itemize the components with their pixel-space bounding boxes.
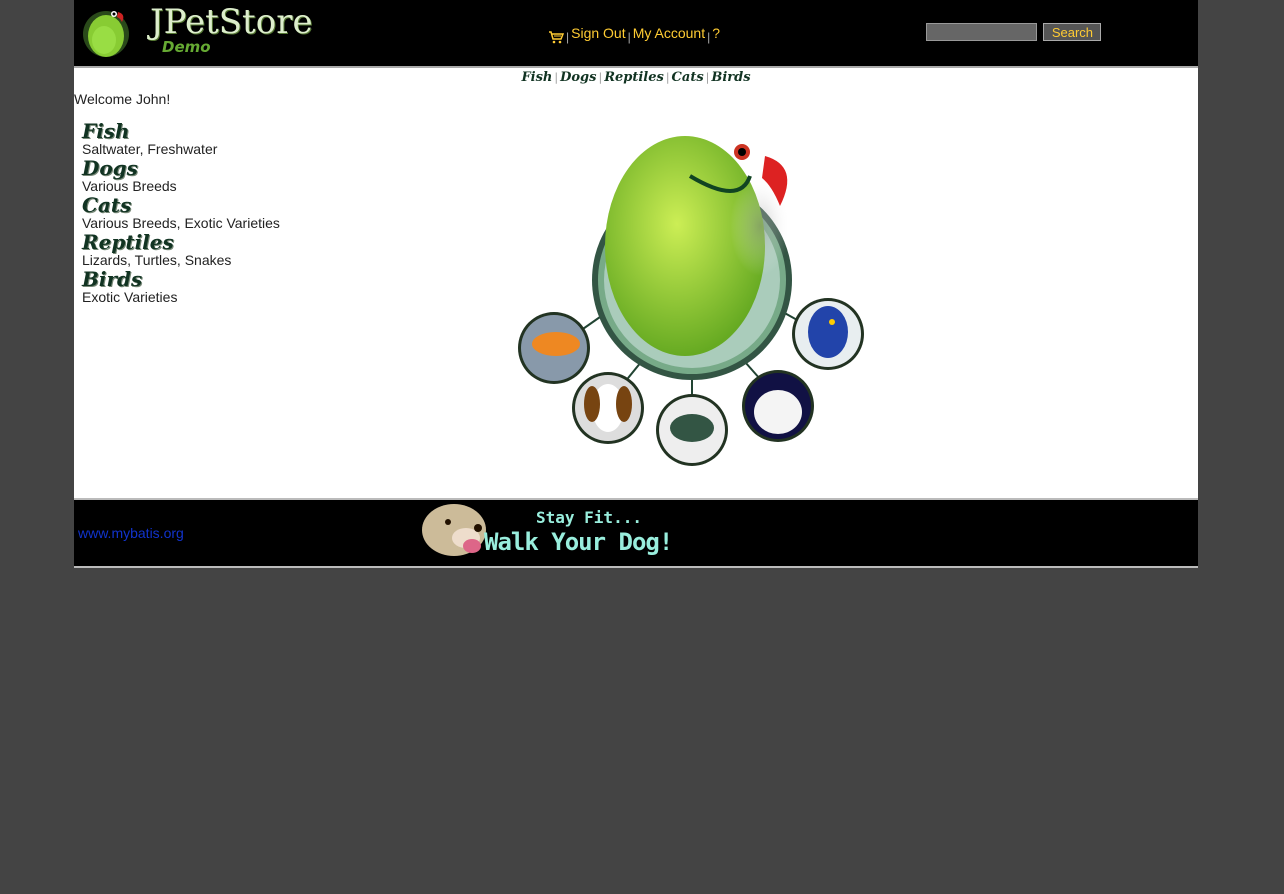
quicklink-separator: | <box>554 71 559 84</box>
sidebar-description: Various Breeds, Exotic Varieties <box>82 215 280 231</box>
quicklinks: Fish | Dogs | Reptiles | Cats | Birds <box>74 70 1198 85</box>
quicklink-cats[interactable]: Cats <box>672 70 704 85</box>
menu-separator: | <box>627 30 631 44</box>
content: Fish | Dogs | Reptiles | Cats | Birds Welcome Jo… <box>74 68 1198 498</box>
page-container: JPetStore Demo | Sign Out | My Account |? Se… <box>74 0 1198 568</box>
sidebar-link-reptiles[interactable]: Reptiles <box>82 231 382 253</box>
quicklink-fish[interactable]: Fish <box>521 70 552 85</box>
logo-subtitle: Demo <box>162 38 211 56</box>
sidebar-link-cats[interactable]: Cats <box>82 194 382 216</box>
sidebar-description: Various Breeds <box>82 178 177 194</box>
help-link[interactable]: ? <box>712 25 720 41</box>
sidebar-link-dogs[interactable]: Dogs <box>82 157 382 179</box>
menu-separator: | <box>707 30 711 44</box>
sidebar-link-birds[interactable]: Birds <box>82 268 382 290</box>
dog-banner-icon <box>422 504 486 556</box>
sidebar-description: Lizards, Turtles, Snakes <box>82 252 232 268</box>
logo[interactable]: JPetStore Demo <box>82 2 313 60</box>
sidebar-item-birds: Birds Exotic Varieties <box>82 268 382 305</box>
welcome-message: Welcome John! <box>74 91 171 107</box>
quicklink-reptiles[interactable]: Reptiles <box>604 70 664 85</box>
banner-line2: Walk Your Dog! <box>484 528 673 556</box>
pet-collage-image <box>518 136 864 466</box>
my-account-link[interactable]: My Account <box>633 25 705 41</box>
shopping-cart-icon[interactable] <box>548 30 564 44</box>
quicklink-dogs[interactable]: Dogs <box>560 70 596 85</box>
sidebar-item-dogs: Dogs Various Breeds <box>82 157 382 194</box>
sidebar-item-reptiles: Reptiles Lizards, Turtles, Snakes <box>82 231 382 268</box>
quicklink-birds[interactable]: Birds <box>711 70 750 85</box>
mybatis-link[interactable]: www.mybatis.org <box>78 525 184 541</box>
quicklink-separator: | <box>705 71 710 84</box>
header: JPetStore Demo | Sign Out | My Account |? Se… <box>74 0 1198 68</box>
sign-out-link[interactable]: Sign Out <box>571 25 625 41</box>
quicklink-separator: | <box>665 71 670 84</box>
search-button[interactable]: Search <box>1043 23 1102 41</box>
banner-ad[interactable]: Stay Fit... Walk Your Dog! <box>418 500 690 562</box>
footer: www.mybatis.org Stay Fit... Walk Your Do… <box>74 498 1198 568</box>
logo-title: JPetStore <box>150 2 313 42</box>
header-menu: | Sign Out | My Account |? <box>548 25 720 44</box>
sidebar-link-fish[interactable]: Fish <box>82 120 382 142</box>
sidebar-item-cats: Cats Various Breeds, Exotic Varieties <box>82 194 382 231</box>
search-form: Search <box>926 23 1102 41</box>
quicklink-separator: | <box>598 71 603 84</box>
search-input[interactable] <box>926 23 1037 41</box>
parrot-logo-icon <box>83 11 129 57</box>
sidebar-description: Saltwater, Freshwater <box>82 141 218 157</box>
sidebar-description: Exotic Varieties <box>82 289 178 305</box>
menu-separator: | <box>566 30 570 44</box>
banner-line1: Stay Fit... <box>536 508 642 527</box>
sidebar-item-fish: Fish Saltwater, Freshwater <box>82 120 382 157</box>
sidebar: Fish Saltwater, Freshwater Dogs Various … <box>82 120 382 305</box>
